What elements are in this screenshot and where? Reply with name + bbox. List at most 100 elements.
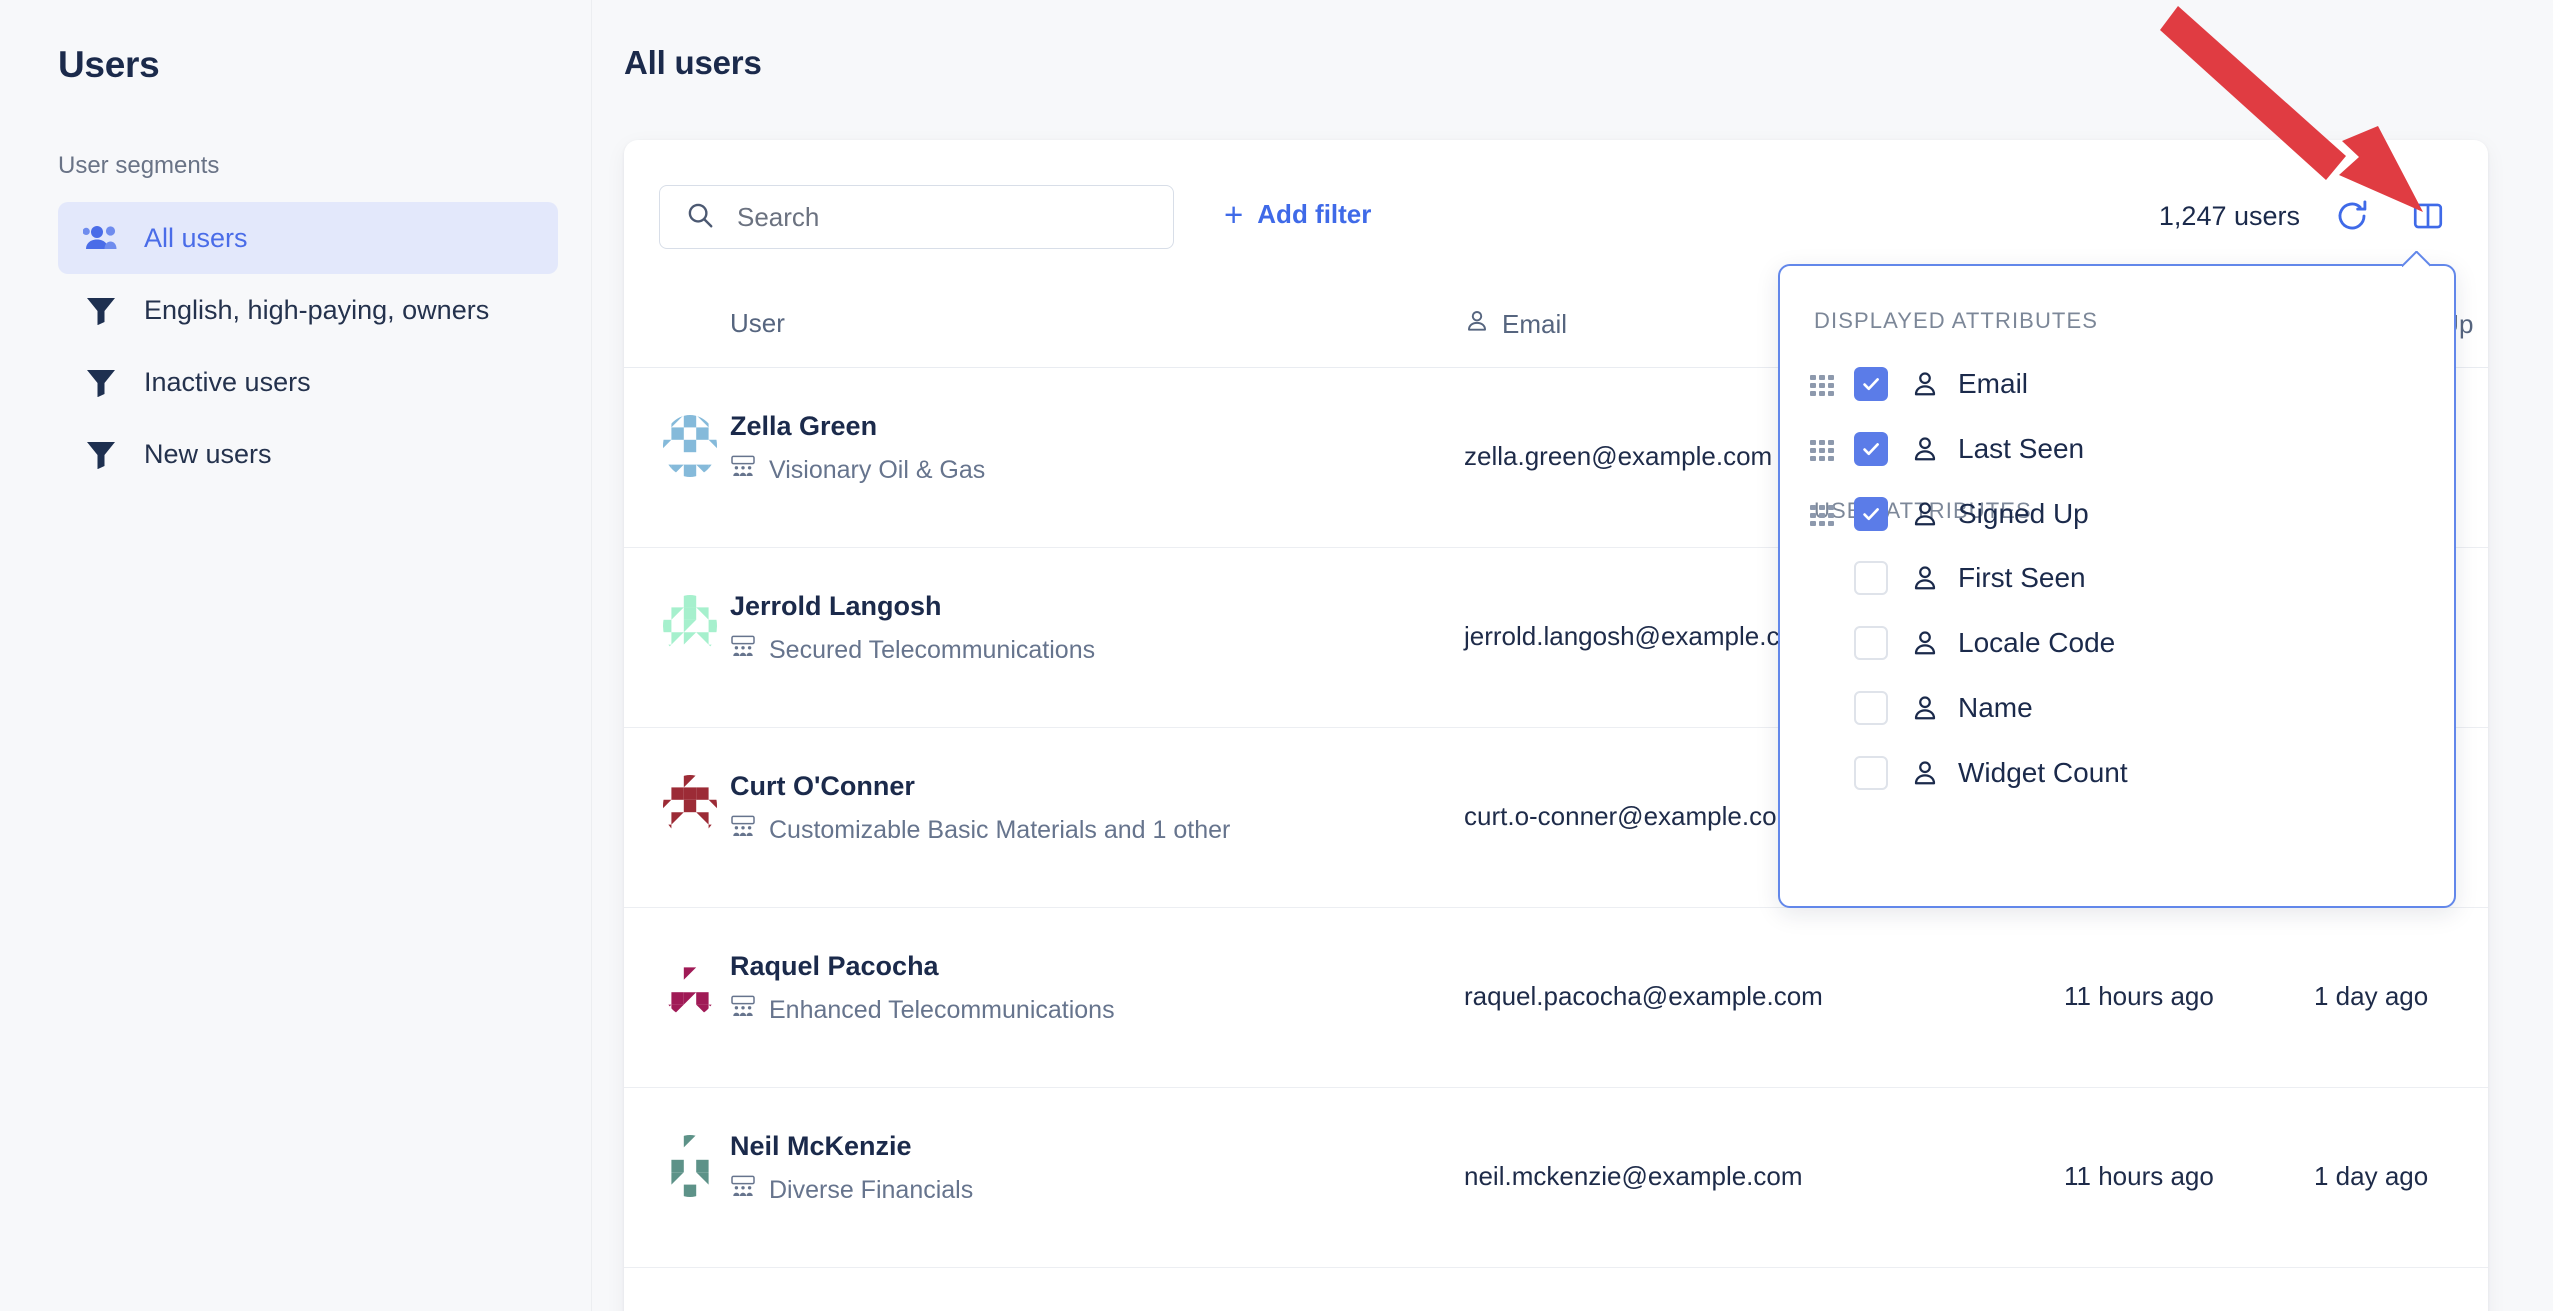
person-icon bbox=[1910, 369, 1940, 399]
company-icon bbox=[730, 455, 756, 485]
sidebar-item-label: All users bbox=[144, 222, 248, 253]
search-placeholder: Search bbox=[737, 201, 820, 232]
filter-icon bbox=[80, 292, 122, 328]
sidebar: Users User segments All users English, h… bbox=[0, 0, 592, 1311]
attribute-row-locale-code[interactable]: Locale Code bbox=[1810, 617, 2115, 669]
person-icon bbox=[1910, 693, 1940, 723]
sidebar-item-inactive-users[interactable]: Inactive users bbox=[58, 346, 558, 418]
company-name: Diverse Financials bbox=[769, 1175, 974, 1204]
user-company: Visionary Oil & Gas bbox=[730, 455, 985, 485]
email-cell: jerrold.langosh@example.com bbox=[1464, 621, 1816, 651]
email-cell: neil.mckenzie@example.com bbox=[1464, 1161, 1803, 1191]
user-name: Curt O'Conner bbox=[730, 771, 915, 801]
signed-up-cell: 1 day ago bbox=[2314, 981, 2429, 1011]
last-seen-cell: 11 hours ago bbox=[2064, 981, 2214, 1011]
column-header-label: Email bbox=[1502, 309, 1568, 339]
company-name: Customizable Basic Materials and 1 other bbox=[769, 815, 1231, 844]
avatar bbox=[659, 955, 721, 1017]
attribute-checkbox[interactable] bbox=[1854, 561, 1888, 595]
add-filter-button[interactable]: + Add filter bbox=[1224, 198, 1371, 231]
sidebar-item-label: Inactive users bbox=[144, 366, 311, 397]
person-icon bbox=[1910, 628, 1940, 658]
attribute-checkbox[interactable] bbox=[1854, 432, 1888, 466]
attribute-label: Locale Code bbox=[1958, 627, 2116, 658]
attribute-row-name[interactable]: Name bbox=[1810, 682, 2033, 734]
avatar bbox=[659, 415, 721, 477]
user-cell: Zella Green Visionary Oil & Gas bbox=[730, 411, 985, 485]
attribute-label: Widget Count bbox=[1958, 757, 2128, 788]
company-name: Secured Telecommunications bbox=[769, 635, 1096, 664]
displayed-attributes-popup: DISPLAYED ATTRIBUTES USER ATTRIBUTES Ema… bbox=[1778, 264, 2456, 908]
attribute-checkbox[interactable] bbox=[1854, 367, 1888, 401]
attribute-row-first-seen[interactable]: First Seen bbox=[1810, 552, 2086, 604]
displayed-attributes-title: DISPLAYED ATTRIBUTES bbox=[1814, 308, 2099, 333]
filter-icon bbox=[80, 436, 122, 472]
refresh-icon[interactable] bbox=[2328, 192, 2376, 240]
sidebar-title: Users bbox=[58, 44, 160, 85]
user-name: Jerrold Langosh bbox=[730, 591, 942, 621]
user-company: Diverse Financials bbox=[730, 1175, 973, 1205]
attribute-row-widget-count[interactable]: Widget Count bbox=[1810, 747, 2128, 799]
table-row[interactable]: Raquel Pacocha Enhanced Telecommunication… bbox=[624, 908, 2488, 1088]
user-company: Customizable Basic Materials and 1 other bbox=[730, 815, 1230, 845]
drag-handle-icon[interactable] bbox=[1810, 505, 1836, 526]
user-cell: Curt O'Conner Customizable Basic Material… bbox=[730, 771, 1230, 845]
avatar bbox=[659, 775, 721, 837]
user-segments-label: User segments bbox=[58, 152, 220, 179]
company-icon bbox=[730, 995, 756, 1025]
attribute-checkbox[interactable] bbox=[1854, 756, 1888, 790]
sidebar-item-label: English, high-paying, owners bbox=[144, 294, 490, 325]
email-cell: zella.green@example.com bbox=[1464, 441, 1773, 471]
attribute-row-signed-up[interactable]: Signed Up bbox=[1810, 488, 2089, 540]
search-input[interactable]: Search bbox=[659, 185, 1174, 249]
columns-icon[interactable] bbox=[2404, 192, 2452, 240]
user-name: Zella Green bbox=[730, 411, 878, 441]
table-row[interactable]: Adelia LangworthExpanded Industrialsadel… bbox=[624, 1268, 2488, 1311]
user-company: Secured Telecommunications bbox=[730, 635, 1095, 665]
person-icon bbox=[1910, 563, 1940, 593]
add-filter-label: Add filter bbox=[1257, 199, 1372, 229]
search-icon bbox=[685, 200, 715, 235]
filter-icon bbox=[80, 364, 122, 400]
person-icon bbox=[1910, 434, 1940, 464]
column-header-user[interactable]: User bbox=[730, 308, 785, 339]
attribute-row-email[interactable]: Email bbox=[1810, 358, 2028, 410]
attribute-label: Name bbox=[1958, 692, 2033, 723]
email-cell: curt.o-conner@example.com bbox=[1464, 801, 1799, 831]
sidebar-item-new-users[interactable]: New users bbox=[58, 418, 558, 490]
signed-up-cell: 1 day ago bbox=[2314, 1161, 2429, 1191]
sidebar-item-english-high-paying-owners[interactable]: English, high-paying, owners bbox=[58, 274, 558, 346]
table-row[interactable]: Neil McKenzie Diverse Financials neil.mcke… bbox=[624, 1088, 2488, 1268]
drag-handle-icon[interactable] bbox=[1810, 440, 1836, 461]
sidebar-item-all-users[interactable]: All users bbox=[58, 202, 558, 274]
plus-icon: + bbox=[1224, 196, 1244, 233]
person-icon bbox=[1910, 499, 1940, 529]
people-icon bbox=[80, 220, 122, 256]
attribute-label: Signed Up bbox=[1958, 498, 2089, 529]
toolbar-right: 1,247 users bbox=[2159, 192, 2452, 240]
company-icon bbox=[730, 815, 756, 845]
column-header-email[interactable]: Email bbox=[1464, 308, 1567, 341]
person-icon bbox=[1464, 308, 1490, 341]
drag-handle-icon[interactable] bbox=[1810, 375, 1836, 396]
attribute-checkbox[interactable] bbox=[1854, 626, 1888, 660]
user-cell: Neil McKenzie Diverse Financials bbox=[730, 1131, 973, 1205]
attribute-label: First Seen bbox=[1958, 562, 2086, 593]
attribute-label: Last Seen bbox=[1958, 433, 2085, 464]
attribute-label: Email bbox=[1958, 368, 2029, 399]
attribute-row-last-seen[interactable]: Last Seen bbox=[1810, 423, 2084, 475]
attribute-checkbox[interactable] bbox=[1854, 497, 1888, 531]
column-header-label: User bbox=[730, 308, 785, 338]
company-icon bbox=[730, 1175, 756, 1205]
popup-caret bbox=[2402, 251, 2430, 267]
email-cell: raquel.pacocha@example.com bbox=[1464, 981, 1823, 1011]
user-company: Enhanced Telecommunications bbox=[730, 995, 1115, 1025]
person-icon bbox=[1910, 758, 1940, 788]
app-root: Users User segments All users English, h… bbox=[0, 0, 2553, 1311]
attribute-checkbox[interactable] bbox=[1854, 691, 1888, 725]
company-name: Visionary Oil & Gas bbox=[769, 455, 986, 484]
last-seen-cell: 11 hours ago bbox=[2064, 1161, 2214, 1191]
company-name: Enhanced Telecommunications bbox=[769, 995, 1115, 1024]
user-cell: Jerrold Langosh Secured Telecommunication… bbox=[730, 591, 1095, 665]
page-title: All users bbox=[624, 44, 762, 81]
